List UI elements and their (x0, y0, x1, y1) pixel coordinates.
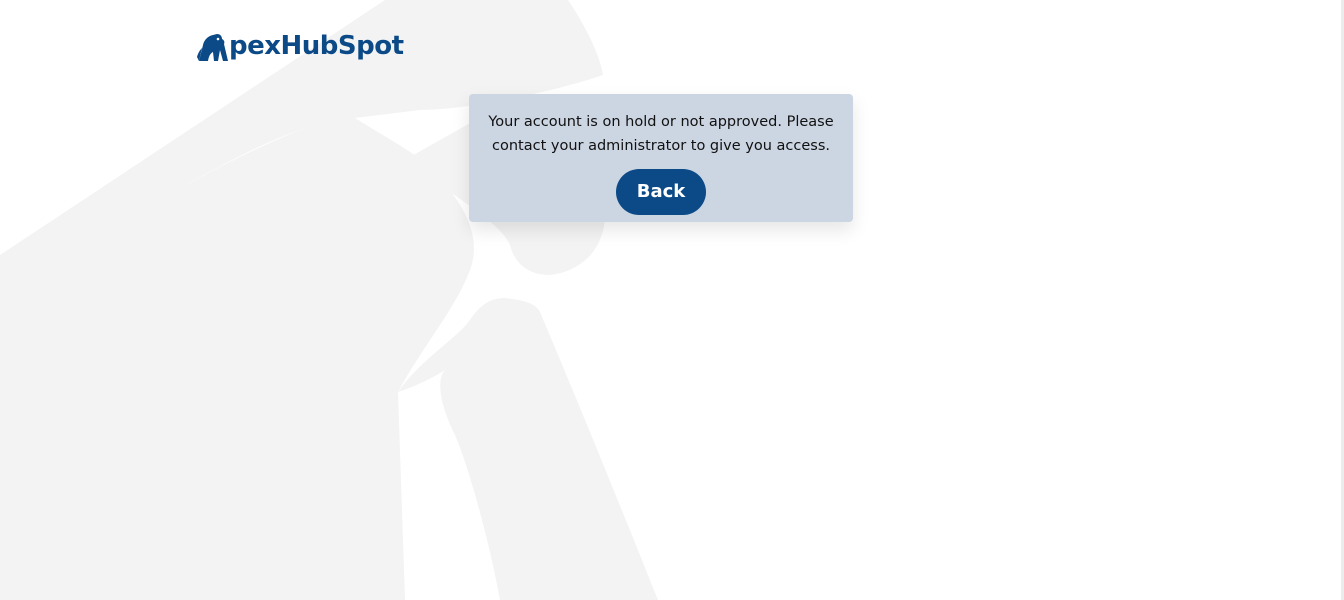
gorilla-watermark-icon (0, 0, 658, 600)
account-status-notice: Your account is on hold or not approved.… (469, 94, 853, 222)
notice-message: Your account is on hold or not approved.… (488, 114, 834, 154)
back-button[interactable]: Back (616, 169, 706, 215)
page: pexHubSpot Your account is on hold or no… (0, 0, 1344, 600)
brand-name: pexHubSpot (229, 31, 404, 61)
brand-logo[interactable]: pexHubSpot (197, 28, 404, 64)
gorilla-a-icon (197, 34, 228, 61)
